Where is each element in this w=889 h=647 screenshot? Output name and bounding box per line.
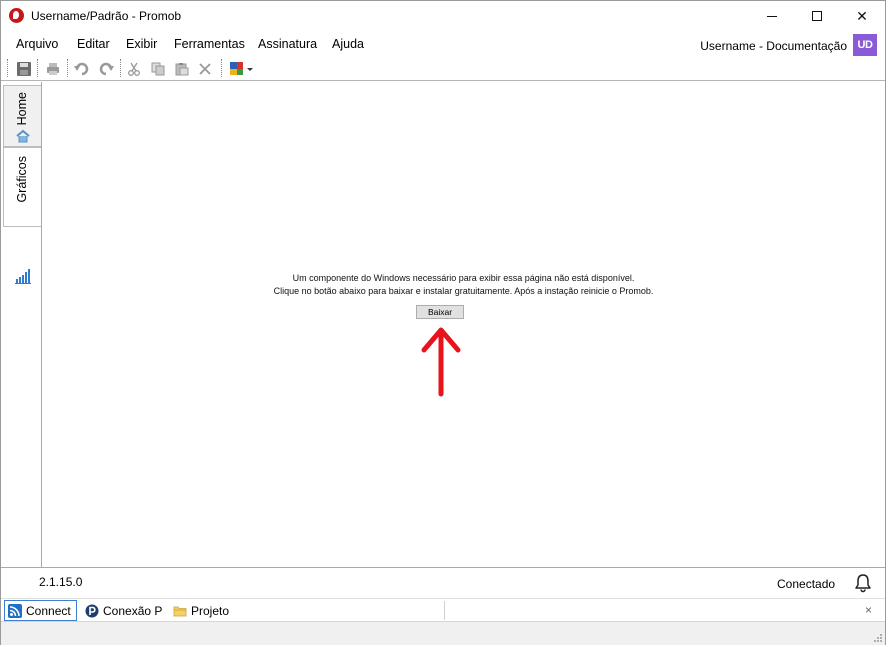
undo-button[interactable] [72,59,92,78]
error-message-line1: Um componente do Windows necessário para… [292,273,635,283]
chart-bars-icon [15,269,31,284]
folder-icon [173,606,187,616]
save-icon [17,61,31,76]
tab-home-label: Home [15,92,29,126]
baixar-button[interactable]: Baixar [416,305,464,319]
tab-home[interactable]: Home [3,85,41,147]
maximize-button[interactable] [794,1,840,31]
rss-icon [8,603,22,618]
tab-conexao-p[interactable]: Conexão P [82,600,166,621]
toolbar-separator [221,59,223,77]
bell-icon[interactable] [853,573,873,593]
tab-conexao-p-label: Conexão P [103,603,163,618]
tab-graficos-label: Gráficos [15,156,29,203]
red-arrow-annotation [421,327,461,397]
menu-bar: Arquivo Editar Exibir Ferramentas Assina… [1,32,885,56]
menu-ferramentas[interactable]: Ferramentas [174,37,245,51]
cut-button[interactable] [124,59,144,78]
cut-icon [128,62,140,76]
tab-connect-label: Connect [26,603,71,618]
toolbar-separator [37,59,39,77]
delete-button[interactable] [195,59,215,78]
tab-connect[interactable]: Connect [4,600,77,621]
menu-exibir[interactable]: Exibir [126,37,157,51]
close-button[interactable]: ✕ [839,1,885,31]
version-label: 2.1.15.0 [39,575,83,589]
menu-assinatura[interactable]: Assinatura [258,37,317,51]
redo-button[interactable] [96,59,116,78]
window-title: Username/Padrão - Promob [31,9,182,23]
toolbar-separator [120,59,122,77]
toolbar-grip[interactable] [7,59,9,77]
error-message-line2: Clique no botão abaixo para baixar e ins… [273,286,654,296]
bottom-panel-close-button[interactable]: × [865,603,872,617]
chevron-down-icon [247,67,253,71]
minimize-button[interactable] [749,1,795,31]
bottom-divider [444,601,445,620]
resize-grip-icon[interactable] [873,633,883,643]
copy-button[interactable] [148,59,168,78]
maximize-icon [812,11,822,21]
menu-arquivo[interactable]: Arquivo [16,37,58,51]
home-icon [16,129,30,143]
tab-projeto-label: Projeto [191,603,230,618]
delete-icon [199,62,211,75]
title-bar: Username/Padrão - Promob ✕ [1,1,885,31]
toolbar-separator [67,59,69,77]
save-button[interactable] [14,59,34,78]
redo-icon [99,62,114,75]
promob-logo-icon [9,8,24,23]
menu-ajuda[interactable]: Ajuda [332,37,364,51]
undo-icon [74,62,89,75]
connection-status: Conectado [777,577,836,591]
print-button[interactable] [43,59,63,78]
promob-p-icon [85,604,99,617]
paste-icon [175,62,189,75]
toolbar [1,56,885,81]
user-label[interactable]: Username - Documentação [700,39,847,53]
main-content: Um componente do Windows necessário para… [42,82,885,567]
close-icon: ✕ [856,7,868,24]
user-avatar[interactable]: UD [853,34,877,56]
tab-graficos[interactable]: Gráficos [3,147,41,284]
copy-icon [151,62,165,75]
paste-button[interactable] [172,59,192,78]
status-bar: 2.1.15.0 Conectado [1,567,885,598]
color-palette-icon [230,62,243,75]
bottom-tab-bar: Connect Conexão P Projeto × [1,598,885,621]
footer-strip [1,621,885,645]
minimize-icon [767,15,777,17]
tab-projeto[interactable]: Projeto [170,600,240,621]
app-window: Username/Padrão - Promob ✕ Arquivo Edita… [0,0,886,645]
color-palette-button[interactable] [228,59,256,78]
print-icon [47,62,59,75]
menu-editar[interactable]: Editar [77,37,110,51]
side-tab-panel: Home Gráficos [1,82,42,567]
